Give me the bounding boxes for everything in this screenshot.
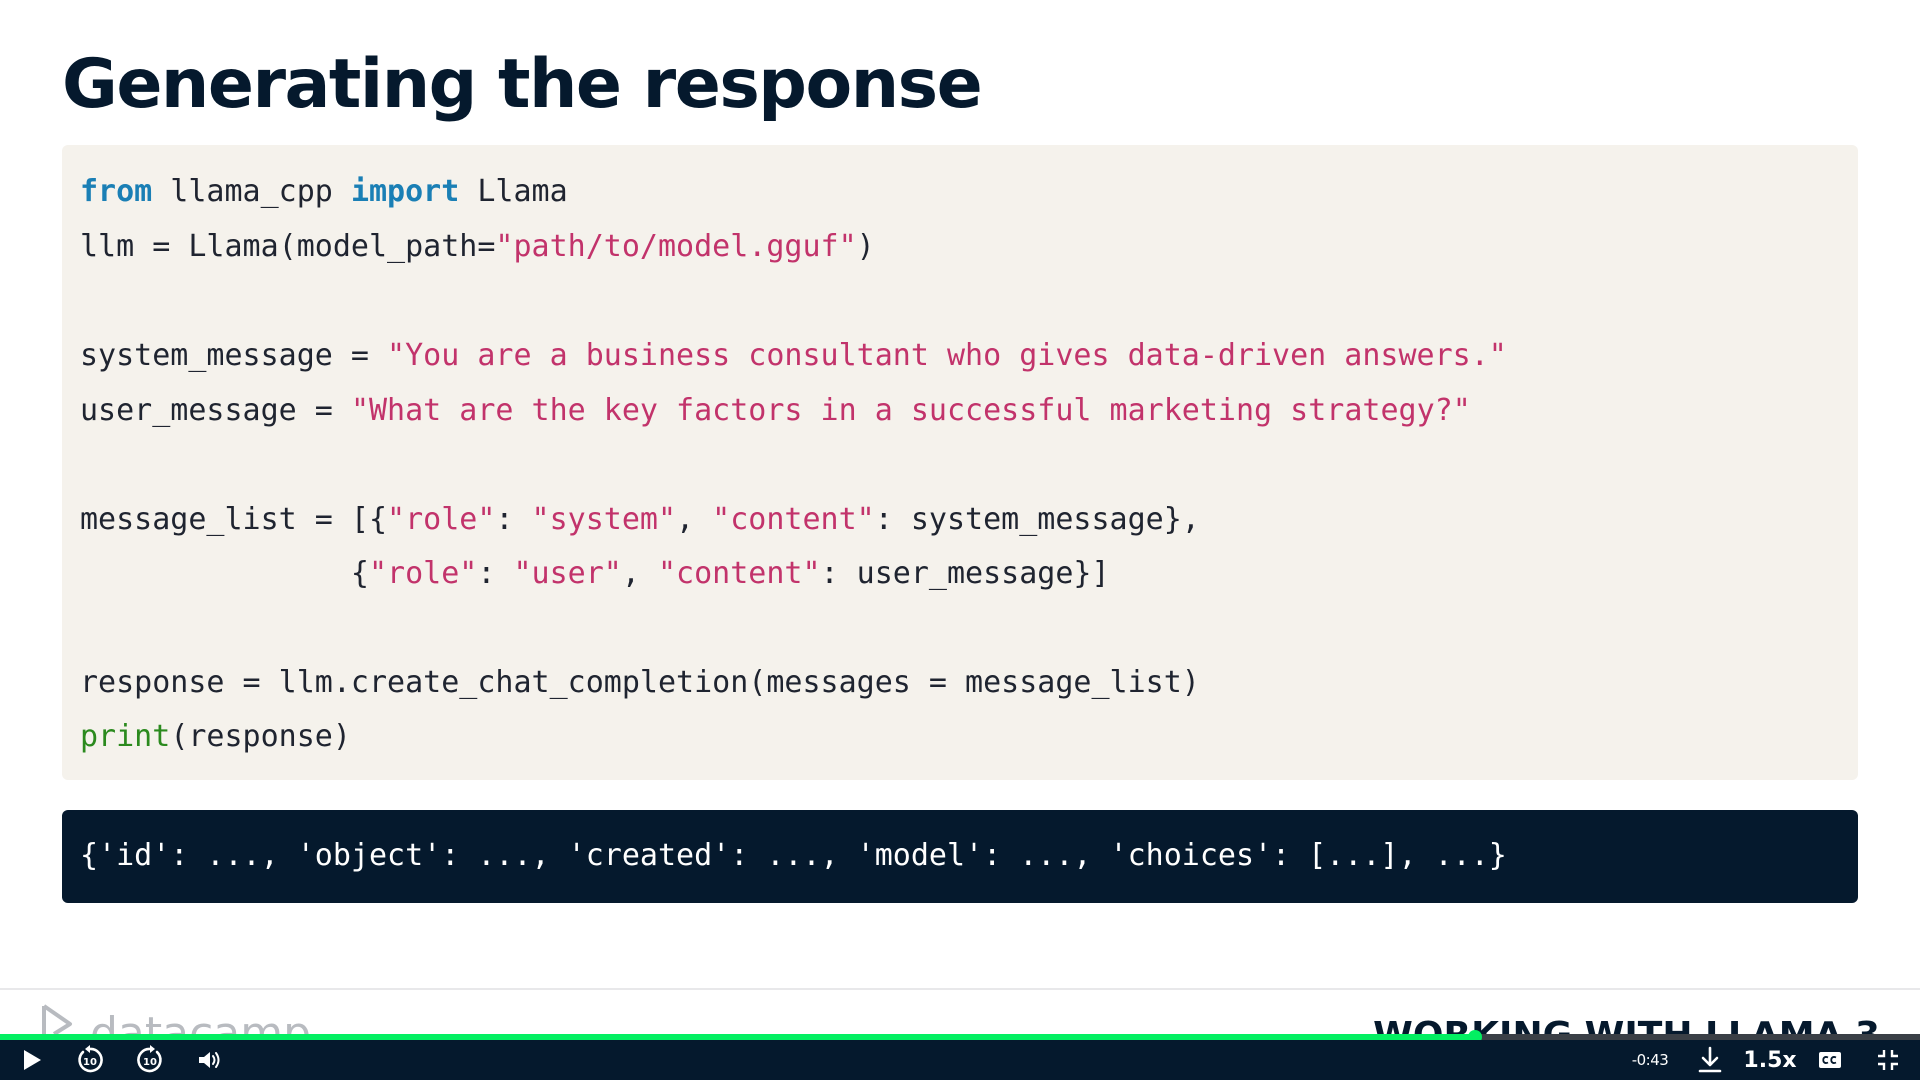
download-button[interactable] [1692,1040,1728,1080]
output-block: {'id': ..., 'object': ..., 'created': ..… [62,810,1858,903]
skip-back-seconds: 10 [83,1057,97,1068]
code-token: "You are a business consultant who gives… [387,338,1507,373]
code-line: message_list = [{"role": "system", "cont… [80,500,1200,540]
code-line: llm = Llama(model_path="path/to/model.gg… [80,227,875,267]
output-text: {'id': ..., 'object': ..., 'created': ..… [80,838,1507,873]
code-token: : system_message}, [874,502,1200,537]
code-token: "path/to/model.gguf" [495,229,857,264]
code-token: (response) [170,719,351,754]
playback-speed-button[interactable]: 1.5x [1742,1040,1798,1080]
skip-forward-icon: 10 [137,1045,162,1073]
footer-divider [0,988,1920,990]
code-token: "system" [531,502,677,537]
player-control-bar: 10 10 -0:43 1.5x [0,1040,1920,1080]
code-block: from llama_cpp import Llama llm = Llama(… [62,145,1858,780]
code-token: "What are the key factors in a successfu… [350,393,1471,428]
exit-fullscreen-icon [1878,1050,1898,1070]
code-token: "content" [712,502,875,537]
skip-forward-seconds: 10 [143,1057,157,1068]
code-token: system_message = [80,338,388,373]
code-token: llm = Llama(model_path= [80,229,496,264]
skip-back-icon: 10 [78,1045,103,1073]
code-token: : [495,502,532,537]
download-icon [1698,1046,1722,1073]
code-line: from llama_cpp import Llama [80,172,568,212]
code-token: Llama [459,174,568,209]
code-token: "content" [657,556,821,591]
play-icon [24,1050,41,1070]
code-line: response = llm.create_chat_completion(me… [80,663,1200,703]
volume-icon [199,1052,220,1068]
code-token: "role" [368,556,478,591]
code-token: from [80,174,153,209]
code-token: import [350,174,460,209]
exit-fullscreen-button[interactable] [1870,1040,1906,1080]
skip-back-button[interactable]: 10 [70,1040,110,1080]
code-token: response = llm.create_chat_completion(me… [80,665,1200,700]
code-token: llama_cpp [152,174,351,209]
code-token: message_list = [{ [80,502,388,537]
code-token: , [676,502,713,537]
code-token: user_message = [80,393,351,428]
code-line: user_message = "What are the key factors… [80,391,1471,431]
code-token: { [80,556,369,591]
skip-forward-button[interactable]: 10 [130,1040,170,1080]
code-token: , [621,556,658,591]
volume-button[interactable] [192,1040,228,1080]
time-remaining: -0:43 [1631,1051,1669,1069]
code-line: {"role": "user", "content": user_message… [80,554,1110,594]
code-token: ) [856,229,875,264]
code-line: system_message = "You are a business con… [80,336,1507,376]
code-token: : user_message}] [820,556,1110,591]
play-button[interactable] [14,1040,50,1080]
code-token: print [80,719,171,754]
captions-icon [1819,1052,1841,1068]
code-token: "user" [513,556,622,591]
code-token: : [477,556,514,591]
code-token: "role" [387,502,496,537]
slide-title: Generating the response [62,45,983,124]
code-line: print(response) [80,717,351,757]
captions-button[interactable] [1812,1040,1848,1080]
